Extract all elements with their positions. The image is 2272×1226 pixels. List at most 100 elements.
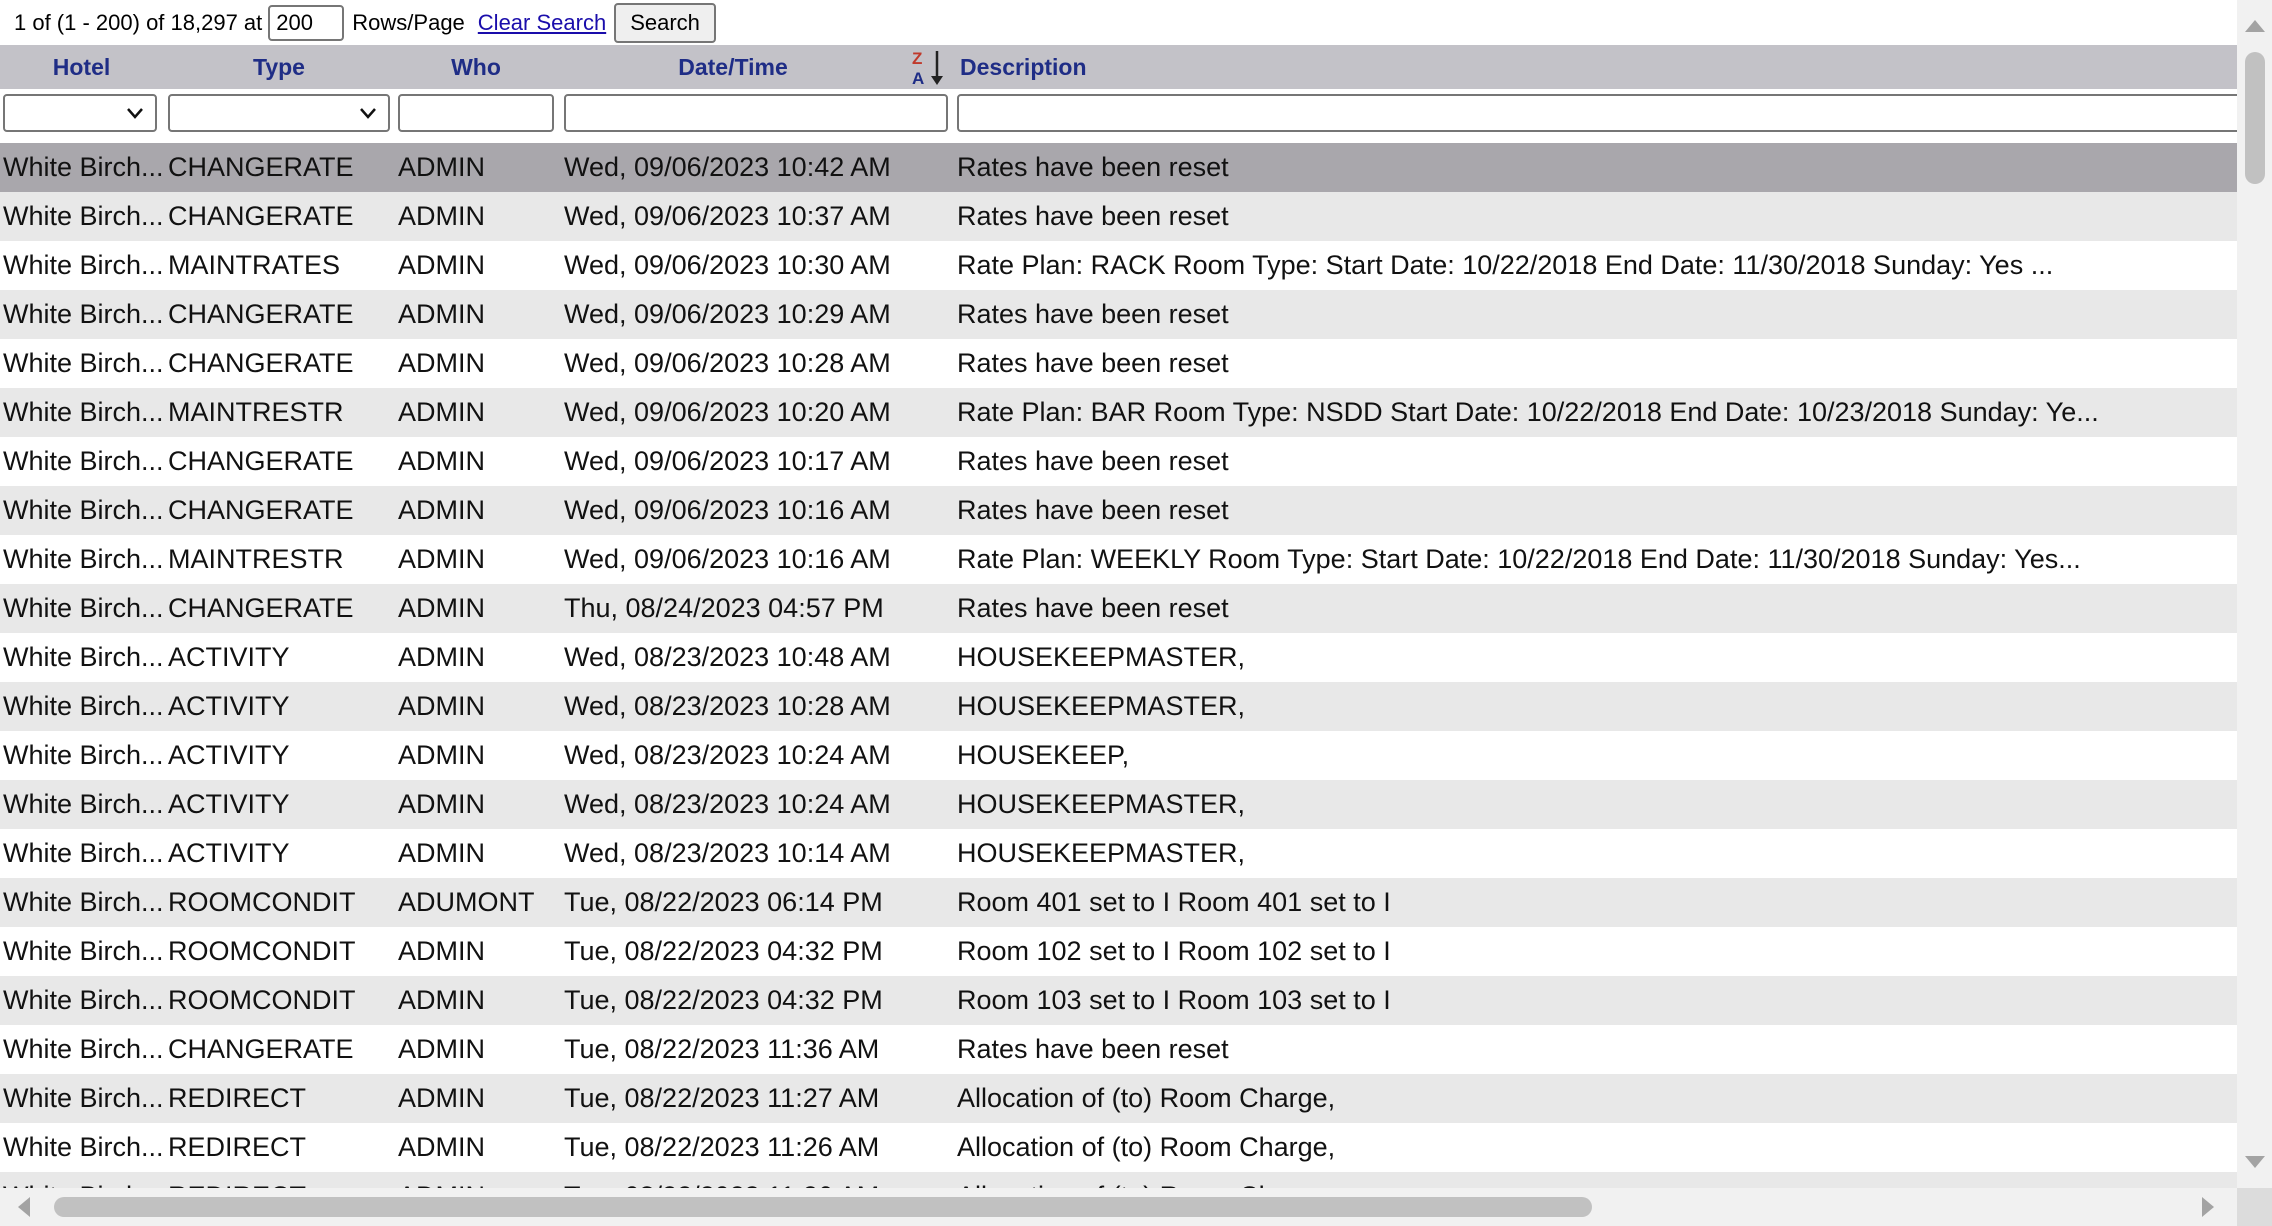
table-row[interactable]: White Birch... CHANGERATE ADMIN Thu, 08/24/… — [0, 584, 2237, 633]
table-row[interactable]: White Birch... ROOMCONDIT ADMIN Tue, 08/22/… — [0, 976, 2237, 1025]
type-cell: CHANGERATE — [168, 152, 354, 182]
datetime-cell: Wed, 09/06/2023 10:17 AM — [564, 446, 891, 476]
paging-bar: 1 of (1 - 200) of 18,297 at Rows/Page Cl… — [0, 0, 2230, 45]
horizontal-scrollbar[interactable] — [0, 1188, 2237, 1226]
chevron-down-icon — [127, 108, 143, 119]
who-cell: ADMIN — [398, 299, 485, 329]
hotel-cell: White Birch... — [3, 740, 163, 770]
hotel-cell: White Birch... — [3, 691, 163, 721]
description-cell: Rate Plan: RACK Room Type: Start Date: 1… — [957, 250, 2054, 280]
scroll-right-arrow-icon[interactable] — [2202, 1197, 2214, 1217]
table-row[interactable]: White Birch... CHANGERATE ADMIN Wed, 09/06/… — [0, 192, 2237, 241]
who-cell: ADMIN — [398, 544, 485, 574]
datetime-cell: Wed, 09/06/2023 10:30 AM — [564, 250, 891, 280]
paging-summary: 1 of (1 - 200) of 18,297 at — [14, 9, 263, 35]
description-cell: Allocation of (to) Room Charge, — [957, 1172, 2227, 1188]
type-filter-select[interactable] — [168, 94, 390, 132]
hotel-cell: White Birch... — [3, 250, 163, 280]
table-row[interactable]: White Birch... CHANGERATE ADMIN Wed, 09/06/… — [0, 486, 2237, 535]
column-header-description[interactable]: Description — [960, 45, 1560, 89]
scroll-up-arrow-icon[interactable] — [2245, 20, 2265, 32]
rows-per-page-input[interactable] — [268, 4, 345, 41]
column-header-datetime[interactable]: Date/Time — [564, 45, 902, 89]
datetime-cell: Tue, 08/22/2023 04:32 PM — [564, 936, 883, 966]
type-cell: CHANGERATE — [168, 495, 354, 525]
who-cell: ADMIN — [398, 936, 485, 966]
column-header-type[interactable]: Type — [168, 45, 390, 89]
column-header-who[interactable]: Who — [398, 45, 554, 89]
hotel-cell: White Birch... — [3, 1172, 163, 1188]
scrollbar-corner — [2237, 1188, 2272, 1226]
datetime-cell: Tue, 08/22/2023 06:14 PM — [564, 887, 883, 917]
who-cell: ADMIN — [398, 1034, 485, 1064]
datetime-cell: Tue, 08/22/2023 04:32 PM — [564, 985, 883, 1015]
who-cell: ADMIN — [398, 985, 485, 1015]
datetime-cell: Wed, 08/23/2023 10:24 AM — [564, 740, 891, 770]
table-row[interactable]: White Birch... ACTIVITY ADMIN Wed, 08/23/20… — [0, 780, 2237, 829]
table-row[interactable]: White Birch...REDIRECTADMINTue, 08/22/20… — [0, 1123, 2237, 1172]
table-row[interactable]: White Birch...REDIRECTADMINTue, 08/22/20… — [0, 1074, 2237, 1123]
table-row[interactable]: White Birch... MAINTRATES ADMIN Wed, 09/06/… — [0, 241, 2237, 290]
horizontal-scrollbar-thumb[interactable] — [54, 1197, 1592, 1217]
datetime-filter-input[interactable] — [564, 94, 948, 132]
who-filter-input[interactable] — [398, 94, 554, 132]
search-button[interactable]: Search — [614, 2, 716, 43]
audit-log-window: 1 of (1 - 200) of 18,297 at Rows/Page Cl… — [0, 0, 2272, 1226]
datetime-cell: Wed, 08/23/2023 10:28 AM — [564, 691, 891, 721]
type-cell: ROOMCONDIT — [168, 887, 356, 917]
type-cell: REDIRECT — [168, 1172, 390, 1188]
table-row[interactable]: White Birch...REDIRECTADMINTue, 08/22/20… — [0, 1172, 2237, 1188]
datetime-cell: Wed, 09/06/2023 10:29 AM — [564, 299, 891, 329]
type-cell: ACTIVITY — [168, 740, 290, 770]
type-cell: MAINTRESTR — [168, 397, 344, 427]
sort-z-a-descending-icon[interactable]: Z A — [910, 47, 946, 87]
who-cell: ADMIN — [398, 593, 485, 623]
hotel-cell: White Birch... — [3, 299, 163, 329]
table-row[interactable]: White Birch... CHANGERATE ADMIN Wed, 09/06/… — [0, 437, 2237, 486]
datetime-cell: Wed, 09/06/2023 10:16 AM — [564, 544, 891, 574]
column-header-hotel[interactable]: Hotel — [0, 45, 163, 89]
description-cell: Rates have been reset — [957, 348, 1229, 378]
who-cell: ADMIN — [398, 691, 485, 721]
description-cell: Allocation of (to) Room Charge, — [957, 1083, 1336, 1113]
type-cell: CHANGERATE — [168, 1034, 354, 1064]
table-row[interactable]: White Birch... ROOMCONDIT ADUMONT Tue, 08/2… — [0, 878, 2237, 927]
table-row[interactable]: White Birch... CHANGERATE ADMIN Wed, 09/06/… — [0, 143, 2237, 192]
datetime-cell: Wed, 09/06/2023 10:16 AM — [564, 495, 891, 525]
type-cell: ROOMCONDIT — [168, 985, 356, 1015]
description-cell: Rates have been reset — [957, 593, 1229, 623]
table-row[interactable]: White Birch... MAINTRESTR ADMIN Wed, 09/06/… — [0, 535, 2237, 584]
table-row[interactable]: White Birch... ACTIVITY ADMIN Wed, 08/23/20… — [0, 633, 2237, 682]
table-row[interactable]: White Birch... CHANGERATE ADMIN Wed, 09/06/… — [0, 290, 2237, 339]
hotel-filter-select[interactable] — [3, 94, 157, 132]
description-cell: Room 401 set to I Room 401 set to I — [957, 887, 1391, 917]
type-cell: ACTIVITY — [168, 789, 290, 819]
type-cell: CHANGERATE — [168, 593, 354, 623]
description-filter-input[interactable] — [957, 94, 2237, 132]
clear-search-link[interactable]: Clear Search — [478, 10, 606, 36]
who-cell: ADMIN — [398, 250, 485, 280]
table-row[interactable]: White Birch... ACTIVITY ADMIN Wed, 08/23/20… — [0, 731, 2237, 780]
table-row[interactable]: White Birch... ACTIVITY ADMIN Wed, 08/23/20… — [0, 829, 2237, 878]
who-cell: ADMIN — [398, 1172, 558, 1188]
type-cell: CHANGERATE — [168, 201, 354, 231]
description-cell: HOUSEKEEP, — [957, 740, 1130, 770]
type-cell: CHANGERATE — [168, 348, 354, 378]
table-row[interactable]: White Birch... ROOMCONDIT ADMIN Tue, 08/22/… — [0, 927, 2237, 976]
who-cell: ADMIN — [398, 789, 485, 819]
table-row[interactable]: White Birch... CHANGERATE ADMIN Wed, 09/06/… — [0, 339, 2237, 388]
vertical-scrollbar[interactable] — [2237, 0, 2272, 1188]
datetime-cell: Tue, 08/22/2023 11:27 AM — [564, 1083, 880, 1113]
vertical-scrollbar-thumb[interactable] — [2245, 52, 2265, 184]
scroll-down-arrow-icon[interactable] — [2245, 1156, 2265, 1168]
table-row[interactable]: White Birch... CHANGERATE ADMIN Tue, 08/22/… — [0, 1025, 2237, 1074]
who-cell: ADMIN — [398, 642, 485, 672]
datetime-cell: Tue, 08/22/2023 11:26 AM — [564, 1132, 880, 1162]
type-cell: ROOMCONDIT — [168, 936, 356, 966]
hotel-cell: White Birch... — [3, 838, 163, 868]
description-cell: Rates have been reset — [957, 299, 1229, 329]
table-row[interactable]: White Birch... MAINTRESTR ADMIN Wed, 09/06/… — [0, 388, 2237, 437]
table-row[interactable]: White Birch... ACTIVITY ADMIN Wed, 08/23/20… — [0, 682, 2237, 731]
scroll-left-arrow-icon[interactable] — [18, 1197, 30, 1217]
rows-per-page-label: Rows/Page — [352, 9, 465, 35]
